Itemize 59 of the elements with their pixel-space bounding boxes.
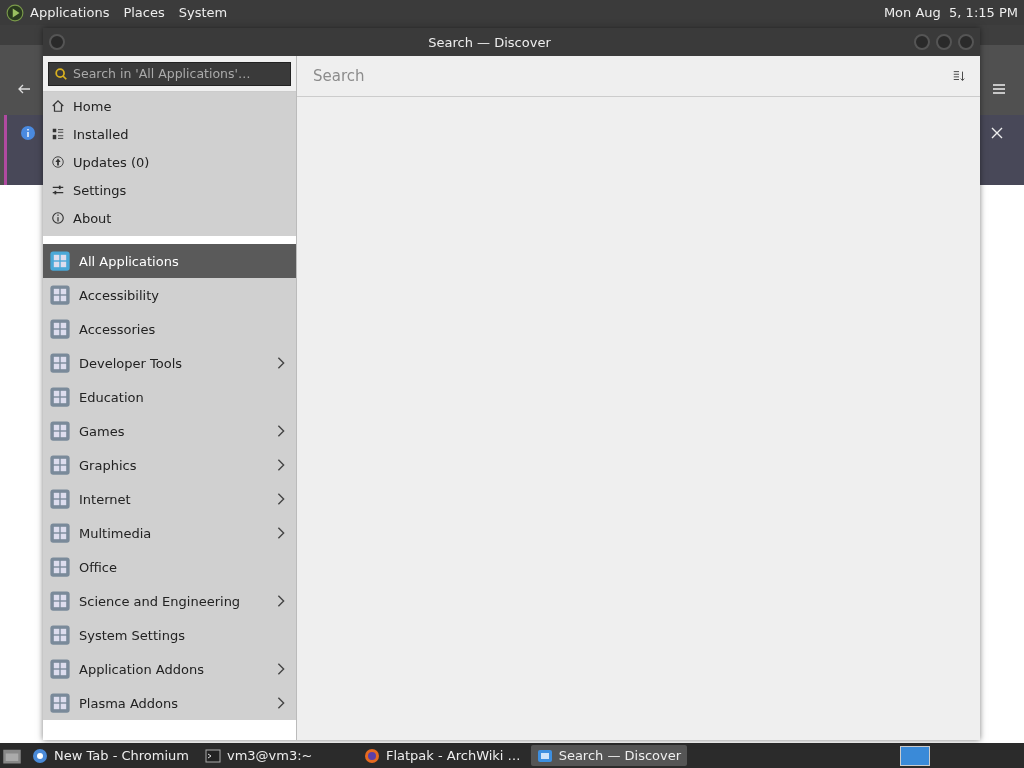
nav-item[interactable]: About bbox=[73, 210, 112, 226]
category-item[interactable]: Application Addons bbox=[43, 652, 296, 686]
category-icon bbox=[49, 658, 71, 680]
nav-item[interactable]: Home bbox=[73, 98, 112, 114]
panel-menu[interactable]: Places bbox=[123, 5, 165, 20]
category-item[interactable]: Internet bbox=[43, 482, 296, 516]
category-icon bbox=[49, 624, 71, 646]
category-icon bbox=[49, 420, 71, 442]
panel-menu[interactable]: System bbox=[178, 5, 228, 20]
category-item[interactable]: Multimedia bbox=[43, 516, 296, 550]
category-item[interactable]: Accessories bbox=[43, 312, 296, 346]
category-icon bbox=[49, 386, 71, 408]
category-icon bbox=[49, 250, 71, 272]
category-icon bbox=[49, 284, 71, 306]
list-icon bbox=[51, 127, 65, 142]
category-item[interactable]: Education bbox=[43, 380, 296, 414]
browser-icon bbox=[32, 747, 48, 764]
category-icon bbox=[49, 522, 71, 544]
globe-icon bbox=[363, 747, 380, 764]
taskbar-button[interactable]: Search — Discover bbox=[530, 745, 688, 766]
app-icon bbox=[536, 747, 553, 764]
category-icon bbox=[49, 318, 71, 340]
terminal-icon bbox=[204, 747, 221, 764]
taskbar-button[interactable]: New Tab - Chromium bbox=[26, 745, 195, 766]
category-icon bbox=[49, 692, 71, 714]
category-item[interactable]: Games bbox=[43, 414, 296, 448]
category-icon bbox=[49, 556, 71, 578]
close-icon[interactable] bbox=[989, 125, 1005, 141]
nav-item[interactable]: Updates (0) bbox=[73, 154, 150, 170]
taskbar-button[interactable]: vm3@vm3:~ bbox=[198, 745, 354, 766]
menu-icon[interactable] bbox=[991, 81, 1007, 97]
sort-icon[interactable] bbox=[952, 69, 966, 83]
category-item[interactable]: Plasma Addons bbox=[43, 686, 296, 720]
clock[interactable]: Mon Aug 5, 1:15 PM bbox=[883, 5, 1018, 20]
page-title: Search bbox=[313, 67, 366, 85]
menu-logo-icon bbox=[6, 3, 24, 22]
panel-menu[interactable]: Applications bbox=[30, 5, 110, 20]
info-icon bbox=[51, 211, 65, 226]
info-icon bbox=[20, 125, 36, 141]
window-title: Search — Discover bbox=[427, 34, 552, 50]
update-icon bbox=[51, 155, 65, 170]
category-icon bbox=[49, 352, 71, 374]
category-item[interactable]: Developer Tools bbox=[43, 346, 296, 380]
category-icon bbox=[49, 590, 71, 612]
nav-item[interactable]: Settings bbox=[73, 182, 127, 198]
search-field[interactable]: Search in 'All Applications'… bbox=[48, 61, 291, 86]
category-item[interactable]: System Settings bbox=[43, 618, 296, 652]
category-icon bbox=[49, 488, 71, 510]
workspace-switcher[interactable] bbox=[900, 745, 930, 766]
nav-item[interactable]: Installed bbox=[73, 126, 129, 142]
search-icon bbox=[54, 66, 68, 81]
category-item[interactable]: Accessibility bbox=[43, 278, 296, 312]
category-icon bbox=[49, 454, 71, 476]
category-item[interactable]: All Applications bbox=[43, 244, 296, 278]
category-item[interactable]: Office bbox=[43, 550, 296, 584]
category-item[interactable]: Science and Engineering bbox=[43, 584, 296, 618]
taskbar-button[interactable]: Flatpak - ArchWiki … bbox=[357, 745, 527, 766]
home-icon bbox=[51, 99, 65, 114]
category-item[interactable]: Graphics bbox=[43, 448, 296, 482]
